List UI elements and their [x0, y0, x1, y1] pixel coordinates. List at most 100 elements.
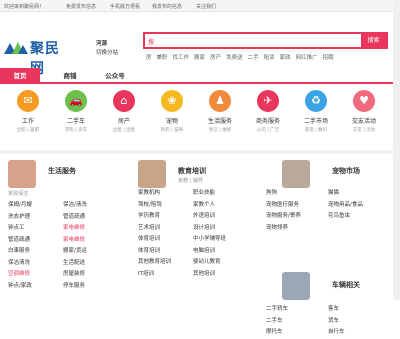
search-button[interactable]: 搜索: [361, 34, 386, 47]
education-section: 教育培训 家教 | 辅导 家教机构 职业技能 驾校/陪驾 家教个人 学历教育 外语培训 艺术…: [130, 154, 260, 300]
category-car[interactable]: 🚗 二手车 求购 | 卖车: [56, 90, 96, 133]
service-link[interactable]: 家教机构: [138, 188, 160, 200]
hot-link[interactable]: 兼职: [157, 55, 168, 61]
service-link[interactable]: 艺术培训: [138, 223, 160, 235]
publish-link[interactable]: 免费发布信息: [66, 3, 96, 10]
service-link[interactable]: 摩托车: [266, 327, 283, 339]
switch-city-link[interactable]: 切换分站: [96, 49, 118, 58]
service-link[interactable]: 家教个人: [193, 200, 215, 212]
paw-icon: ❀: [161, 90, 183, 112]
category-sublinks[interactable]: 求购 | 卖车: [56, 127, 96, 133]
search-input[interactable]: 搜: [148, 37, 154, 46]
service-link[interactable]: 二手轿车: [266, 304, 288, 316]
life-service-thumb: [8, 160, 36, 188]
hot-link[interactable]: 免费送: [226, 55, 243, 61]
service-link[interactable]: 管道疏通: [63, 212, 85, 224]
service-link[interactable]: 保姆/月嫂: [8, 200, 32, 212]
hot-link[interactable]: 二手: [248, 55, 259, 61]
service-link[interactable]: 钟点/家政: [8, 281, 32, 293]
market-icon: ♻: [305, 90, 327, 112]
site-logo[interactable]: 聚民网: [4, 38, 64, 77]
service-link[interactable]: 货车: [328, 316, 339, 328]
category-sublinks[interactable]: 保洁 | 维修: [200, 127, 240, 133]
category-sublinks[interactable]: 家电 | 数码: [296, 127, 336, 133]
tab-official-account[interactable]: 公众号: [95, 68, 135, 84]
category-sublinks[interactable]: 交友 | 活动: [344, 127, 384, 133]
service-link[interactable]: 洗衣护理: [8, 212, 30, 224]
service-link[interactable]: 空调维修: [8, 269, 30, 281]
service-link[interactable]: 职业技能: [193, 188, 215, 200]
city-selector[interactable]: 河源 切换分站: [96, 40, 118, 58]
category-market[interactable]: ♻ 二手市场 家电 | 数码: [296, 90, 336, 133]
hot-link[interactable]: 找工作: [173, 55, 190, 61]
my-publish-link[interactable]: 我发布的信息: [152, 3, 182, 10]
service-link[interactable]: 宠物医疗服务: [266, 200, 299, 212]
category-sublinks[interactable]: 公司 | 广告: [248, 127, 288, 133]
service-link[interactable]: 猫猫: [328, 188, 339, 200]
service-link[interactable]: 保洁清洗: [8, 258, 30, 270]
city-name: 河源: [96, 41, 108, 47]
top-bar: 欢迎来到聚民网！ 免费发布信息 手机版方便看 我发布的信息 关注我们: [0, 0, 400, 12]
category-paw[interactable]: ❀ 宠物 狗狗 | 猫咪: [152, 90, 192, 133]
mobile-link[interactable]: 手机版方便看: [110, 3, 140, 10]
tab-home[interactable]: 首页: [0, 68, 40, 84]
category-business[interactable]: ✈ 商务服务 公司 | 广告: [248, 90, 288, 133]
category-briefcase[interactable]: ✉ 工作 全职 | 兼职: [8, 90, 48, 133]
pet-section: 宠物市场 狗狗 猫猫宠物医疗服务 宠物用品/食品宠物服务/寄养 花鸟鱼虫宠物领养 车辆…: [260, 154, 393, 335]
service-link[interactable]: 家电维修: [63, 223, 85, 235]
service-link[interactable]: 狗狗: [266, 188, 277, 200]
service-link[interactable]: 学历教育: [138, 211, 160, 223]
pet-title[interactable]: 宠物市场: [332, 166, 360, 176]
service-link[interactable]: 体育培训: [138, 234, 160, 246]
service-link[interactable]: 管道疏通: [8, 235, 30, 247]
service-link[interactable]: 生活配送: [63, 258, 85, 270]
service-link[interactable]: 自行车: [328, 327, 345, 339]
category-sublinks[interactable]: 出租 | 出售: [104, 127, 144, 133]
service-link[interactable]: 电脑培训: [193, 246, 215, 258]
car-title[interactable]: 车辆相关: [332, 280, 360, 290]
main-nav: 首页 商铺 公众号: [0, 68, 400, 84]
service-link[interactable]: 婴幼儿教育: [193, 257, 221, 269]
page-scrollbar[interactable]: [393, 0, 400, 300]
hot-link[interactable]: 网红推广: [296, 55, 318, 61]
service-link[interactable]: 其他培训: [193, 269, 215, 281]
service-link[interactable]: 中小学辅导班: [193, 234, 226, 246]
service-link[interactable]: IT培训: [138, 269, 154, 281]
category-service[interactable]: ♟ 生活服务 保洁 | 维修: [200, 90, 240, 133]
service-link[interactable]: 花鸟鱼虫: [328, 211, 350, 223]
service-link[interactable]: 宠物领养: [266, 223, 288, 235]
service-link[interactable]: 房屋装修: [63, 269, 85, 281]
service-link[interactable]: 家电维修: [63, 235, 85, 247]
category-house[interactable]: ⌂ 房产 出租 | 出售: [104, 90, 144, 133]
service-link[interactable]: 其他教育培训: [138, 257, 171, 269]
service-link[interactable]: 停车服务: [63, 281, 85, 293]
service-link[interactable]: 宠物用品/食品: [328, 200, 363, 212]
education-title[interactable]: 教育培训: [178, 166, 206, 176]
service-link[interactable]: 二手车: [266, 316, 283, 328]
service-link[interactable]: 体育培训: [138, 246, 160, 258]
hot-link[interactable]: 租赁: [264, 55, 275, 61]
service-link[interactable]: 客车: [328, 304, 339, 316]
category-sublinks[interactable]: 狗狗 | 猫咪: [152, 127, 192, 133]
category-label: 二手车: [66, 118, 85, 125]
follow-link[interactable]: 关注我们: [196, 3, 216, 10]
service-link[interactable]: 宠物服务/寄养: [266, 211, 301, 223]
category-heart[interactable]: ♥ 交友活动 交友 | 活动: [344, 90, 384, 133]
tab-shops[interactable]: 商铺: [50, 68, 90, 84]
service-link[interactable]: 驾校/陪驾: [138, 200, 162, 212]
hot-link[interactable]: 家政: [280, 55, 291, 61]
service-icon: ♟: [209, 90, 231, 112]
hot-link[interactable]: 招聘: [323, 55, 334, 61]
service-link[interactable]: 白事服务: [8, 246, 30, 258]
category-sublinks[interactable]: 全职 | 兼职: [8, 127, 48, 133]
hot-link[interactable]: 房: [146, 55, 152, 61]
service-link[interactable]: 搬家/货运: [63, 246, 87, 258]
life-service-title[interactable]: 生活服务: [48, 166, 76, 176]
hot-link[interactable]: 房产: [210, 55, 221, 61]
service-link[interactable]: 外语培训: [193, 211, 215, 223]
service-link[interactable]: 保洁/清洗: [63, 200, 87, 212]
service-link[interactable]: 钟点工: [8, 223, 25, 235]
category-label: 房产: [117, 118, 130, 125]
service-link[interactable]: 设计培训: [193, 223, 215, 235]
hot-link[interactable]: 搬家: [194, 55, 205, 61]
